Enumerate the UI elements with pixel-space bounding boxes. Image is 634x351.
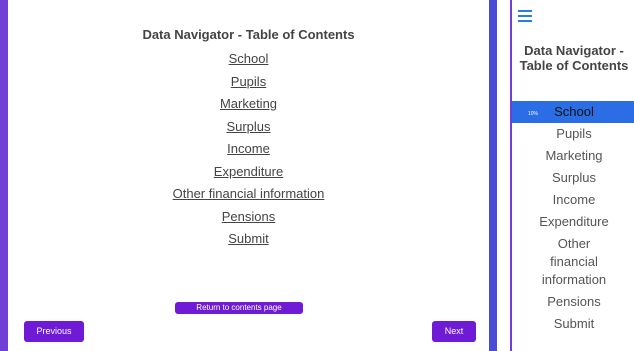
toc-link-school[interactable]: School	[8, 48, 489, 71]
sidebar-list: 10% School Pupils Marketing Surplus Inco…	[512, 101, 634, 335]
next-button[interactable]: Next	[432, 321, 476, 342]
panel-gap	[497, 0, 510, 351]
return-to-contents-button[interactable]: Return to contents page	[175, 302, 303, 314]
sidebar-item-income[interactable]: Income	[512, 189, 634, 211]
toc-link-surplus[interactable]: Surplus	[8, 116, 489, 139]
sidebar: Data Navigator - Table of Contents 10% S…	[510, 0, 634, 351]
progress-percent: 10%	[528, 111, 539, 117]
sidebar-item-pensions[interactable]: Pensions	[512, 291, 634, 313]
toc-link-marketing[interactable]: Marketing	[8, 93, 489, 116]
toc-link-pensions[interactable]: Pensions	[8, 206, 489, 229]
panel-divider	[489, 0, 497, 351]
sidebar-title: Data Navigator - Table of Contents	[519, 43, 629, 73]
toc-link-income[interactable]: Income	[8, 138, 489, 161]
toc-link-expenditure[interactable]: Expenditure	[8, 161, 489, 184]
sidebar-item-other-financial-information[interactable]: Other financial information	[512, 233, 634, 291]
main-panel: Data Navigator - Table of Contents Schoo…	[8, 0, 489, 351]
toc-list: School Pupils Marketing Surplus Income E…	[8, 48, 489, 251]
sidebar-item-marketing[interactable]: Marketing	[512, 145, 634, 167]
previous-button[interactable]: Previous	[24, 321, 84, 342]
toc-link-pupils[interactable]: Pupils	[8, 71, 489, 94]
hamburger-menu-icon[interactable]	[518, 10, 532, 22]
toc-link-other-financial-information[interactable]: Other financial information	[8, 183, 489, 206]
sidebar-item-expenditure[interactable]: Expenditure	[512, 211, 634, 233]
toc-link-submit[interactable]: Submit	[8, 228, 489, 251]
sidebar-item-surplus[interactable]: Surplus	[512, 167, 634, 189]
left-border	[0, 0, 8, 351]
sidebar-item-submit[interactable]: Submit	[512, 313, 634, 335]
sidebar-item-label: School	[554, 104, 594, 119]
sidebar-item-pupils[interactable]: Pupils	[512, 123, 634, 145]
sidebar-item-school[interactable]: 10% School	[512, 101, 634, 123]
page-title: Data Navigator - Table of Contents	[142, 27, 355, 42]
